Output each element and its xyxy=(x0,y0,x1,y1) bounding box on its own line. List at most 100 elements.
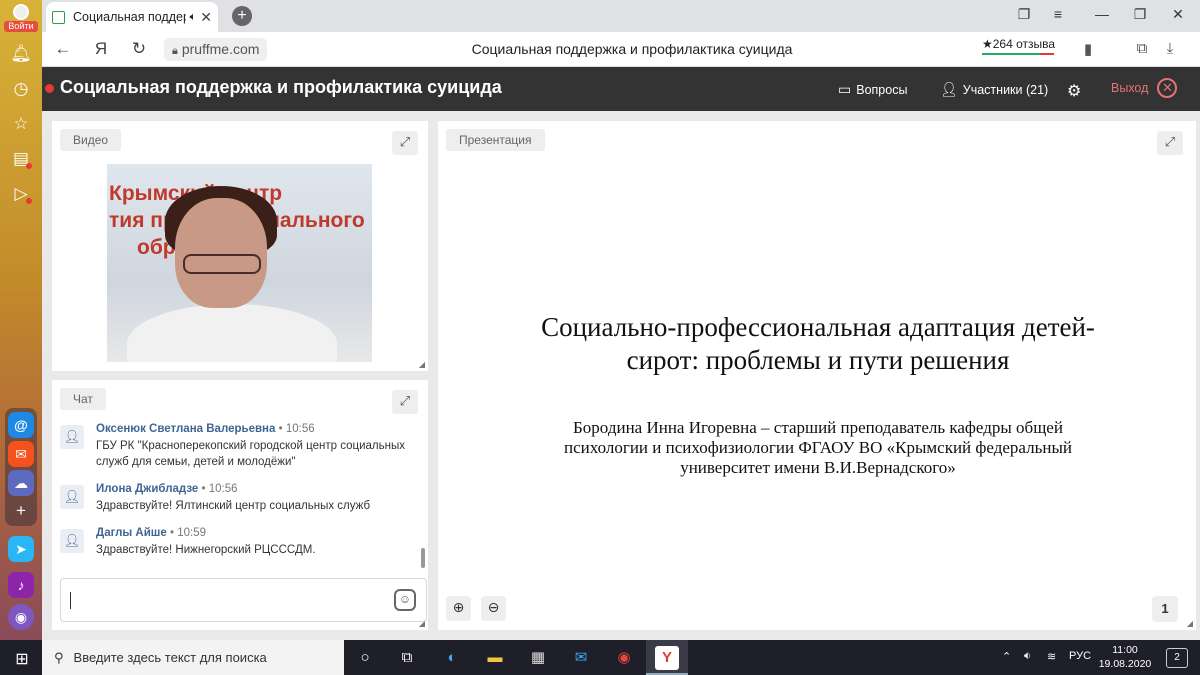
address-bar: ← Я ↻ 🔒︎ pruffme.com Социальная поддержка… xyxy=(42,32,1200,67)
star-icon[interactable]: ☆ xyxy=(9,112,33,136)
bookmark-icon[interactable]: ▮ xyxy=(1078,40,1098,58)
login-button[interactable]: Войти xyxy=(4,4,38,36)
task-view-icon[interactable]: ⧉ xyxy=(395,646,419,670)
resize-handle-icon[interactable]: ◢ xyxy=(419,619,425,628)
yandex-logo[interactable]: Я xyxy=(90,39,112,59)
close-window-icon[interactable]: ✕ xyxy=(1168,6,1188,23)
app-header: Социальная поддержка и профилактика суиц… xyxy=(42,67,1200,111)
chat-tag: Чат xyxy=(60,388,106,410)
zoom-out-icon[interactable]: ⊖ xyxy=(481,596,506,621)
zoom-in-icon[interactable]: ⊕ xyxy=(446,596,471,621)
speaker-body xyxy=(127,304,337,362)
cortana-icon[interactable]: ○ xyxy=(353,646,377,670)
close-tab-icon[interactable]: ✕ xyxy=(200,9,212,26)
lock-icon: 🔒︎ xyxy=(172,45,178,57)
new-tab-button[interactable]: + xyxy=(232,6,252,26)
browser-sidebar: Войти 🔔︎ ◷ ☆ ▤ ▷ @ ✉ ☁ + ➤ ♪ ◉ xyxy=(0,0,42,640)
message-author: Илона Джибладзе xyxy=(96,483,199,495)
restore-icon[interactable]: ❐ xyxy=(1130,6,1150,23)
messenger-icon[interactable]: ☁ xyxy=(8,470,34,496)
add-app-icon[interactable]: + xyxy=(9,499,33,523)
minimize-icon[interactable]: — xyxy=(1092,6,1112,22)
envelope-icon[interactable]: ✉ xyxy=(8,441,34,467)
bell-icon[interactable]: 🔔︎ xyxy=(9,42,33,66)
user-avatar-icon: 👤︎ xyxy=(60,529,84,553)
video-tag: Видео xyxy=(60,129,122,151)
emoji-icon[interactable]: ☺ xyxy=(394,589,416,611)
download-icon[interactable]: ⤓ xyxy=(1160,40,1180,57)
chat-scrollbar[interactable] xyxy=(421,548,425,568)
send-icon[interactable]: ➤ xyxy=(8,536,34,562)
questions-label: Вопросы xyxy=(856,82,908,97)
resize-handle-icon[interactable]: ◢ xyxy=(419,360,425,369)
mail-icon[interactable]: ✉ xyxy=(569,646,593,670)
message-text: Здравствуйте! Нижнегорский РЦСССДМ. xyxy=(96,544,316,556)
search-placeholder: Введите здесь текст для поиска xyxy=(73,650,267,665)
speaker-icon[interactable]: 🔈︎ xyxy=(190,11,197,24)
back-icon[interactable]: ← xyxy=(52,39,74,59)
video-panel: Видео ⤢ Крымский центр тия профессиональ… xyxy=(52,121,428,371)
chat-message: 👤︎ Даглы Айше • 10:59 Здравствуйте! Нижн… xyxy=(60,527,428,563)
chat-panel: Чат ⤢ 👤︎ Оксенюк Светлана Валерьевна • 1… xyxy=(52,380,428,630)
edge-icon[interactable]: ◐ xyxy=(440,646,464,670)
chat-input[interactable]: ☺ xyxy=(60,578,427,622)
expand-chat-icon[interactable]: ⤢ xyxy=(392,390,418,414)
resize-handle-icon[interactable]: ◢ xyxy=(1187,619,1193,628)
windows-start-icon[interactable]: ⊞ xyxy=(10,649,34,669)
music-icon[interactable]: ♪ xyxy=(8,572,34,598)
search-icon: ⚲ xyxy=(54,649,64,665)
tab-title: Социальная поддерж xyxy=(73,10,186,24)
text-caret xyxy=(70,592,71,609)
message-time: • 10:56 xyxy=(201,483,238,495)
volume-icon[interactable]: 🔉︎ xyxy=(1024,650,1031,663)
login-label: Войти xyxy=(4,21,38,32)
reviews-badge[interactable]: ★264 отзыва xyxy=(982,37,1055,55)
reload-icon[interactable]: ↻ xyxy=(128,39,150,59)
notifications-icon[interactable]: 2 xyxy=(1166,648,1188,668)
presentation-tag: Презентация xyxy=(446,129,545,151)
notification-count: 2 xyxy=(1174,652,1180,663)
menu-icon[interactable]: ≡ xyxy=(1048,6,1068,22)
chrome-icon[interactable]: ◉ xyxy=(612,646,636,670)
recording-indicator xyxy=(45,84,54,93)
network-icon[interactable]: ≋ xyxy=(1047,650,1056,663)
exit-label: Выход xyxy=(1111,81,1149,95)
message-text: ГБУ РК "Красноперекопский городской цент… xyxy=(96,440,405,468)
message-time: • 10:56 xyxy=(278,423,315,435)
collections-icon[interactable]: ▤ xyxy=(9,147,33,171)
webinar-title: Социальная поддержка и профилактика суиц… xyxy=(60,77,502,97)
clock[interactable]: 11:00 19.08.2020 xyxy=(1098,643,1152,671)
yandex-browser-icon[interactable]: Y xyxy=(655,646,679,670)
user-icon: 👤︎ xyxy=(940,81,958,97)
questions-button[interactable]: ▭ Вопросы xyxy=(838,81,907,98)
chat-message: 👤︎ Илона Джибладзе • 10:56 Здравствуйте!… xyxy=(60,483,428,519)
tabs-list-icon[interactable]: ❐ xyxy=(1014,6,1034,23)
file-explorer-icon[interactable]: ▬ xyxy=(483,646,507,670)
taskbar-search[interactable]: ⚲ Введите здесь текст для поиска xyxy=(42,640,344,675)
expand-presentation-icon[interactable]: ⤢ xyxy=(1157,131,1183,155)
chat-bubbles-icon: ▭ xyxy=(838,81,852,97)
message-time: • 10:59 xyxy=(169,527,206,539)
tray-expand-icon[interactable]: ⌃ xyxy=(1002,650,1011,663)
language-indicator[interactable]: РУС xyxy=(1069,650,1091,662)
url-field[interactable]: 🔒︎ pruffme.com xyxy=(164,38,268,61)
expand-video-icon[interactable]: ⤢ xyxy=(392,131,418,155)
page-title: Социальная поддержка и профилактика суиц… xyxy=(471,41,793,57)
message-author: Даглы Айше xyxy=(96,527,167,539)
exit-close-icon: ✕ xyxy=(1157,78,1178,98)
chat-message: 👤︎ Оксенюк Светлана Валерьевна • 10:56 Г… xyxy=(60,423,428,469)
video-icon[interactable]: ▷ xyxy=(9,182,33,206)
store-icon[interactable]: ▦ xyxy=(526,646,550,670)
browser-tab[interactable]: Социальная поддерж 🔈︎ ✕ xyxy=(46,2,218,32)
history-icon[interactable]: ◷ xyxy=(9,77,33,101)
alice-icon[interactable]: ◉ xyxy=(8,604,34,630)
settings-icon[interactable]: ⚙ xyxy=(1067,81,1081,101)
participants-button[interactable]: 👤︎ Участники (21) xyxy=(940,81,1048,98)
url-text: pruffme.com xyxy=(181,41,260,57)
windows-taskbar: ⊞ ⚲ Введите здесь текст для поиска ○ ⧉ ◐… xyxy=(0,640,1200,675)
exit-button[interactable]: Выход ✕ xyxy=(1111,78,1178,98)
tab-bar: Социальная поддерж 🔈︎ ✕ + ❐ ≡ — ❐ ✕ xyxy=(42,0,1200,32)
share-icon[interactable]: ⧉ xyxy=(1132,40,1152,57)
mail-at-icon[interactable]: @ xyxy=(8,412,34,438)
participants-label: Участники (21) xyxy=(962,82,1049,97)
